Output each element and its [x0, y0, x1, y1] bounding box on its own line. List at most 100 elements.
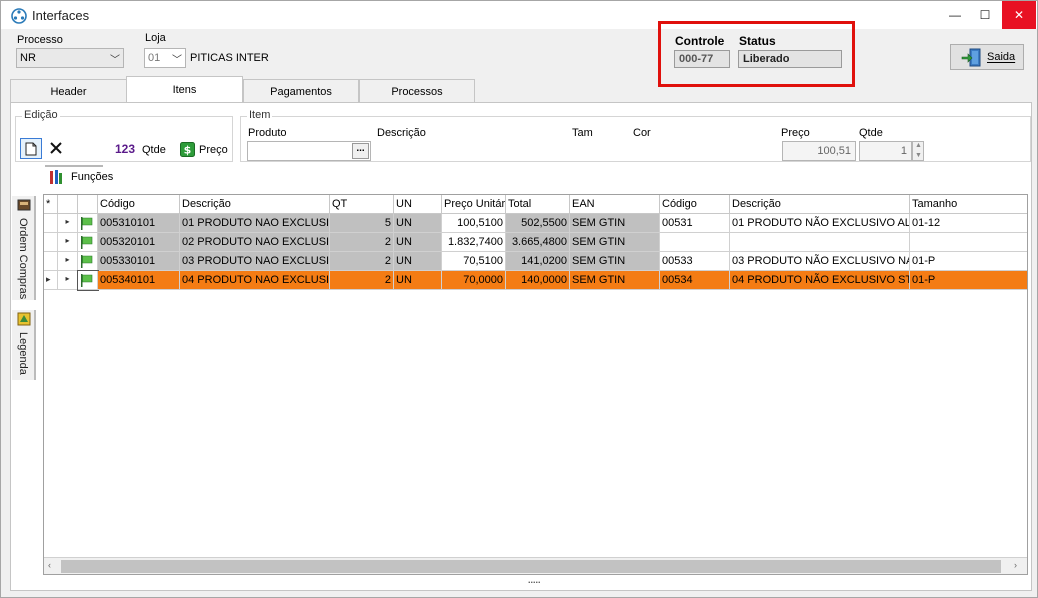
cell-preco-unitario[interactable]: 70,5100 — [442, 252, 506, 271]
funcoes-button[interactable]: Funções — [48, 168, 118, 186]
cell-preco-unitario[interactable]: 1.832,7400 — [442, 233, 506, 252]
qtde-button-label: Qtde — [142, 144, 166, 156]
side-tab-legenda[interactable]: Legenda — [12, 310, 36, 380]
cell-total[interactable]: 3.665,4800 — [506, 233, 570, 252]
col-header-qt[interactable]: QT — [330, 195, 394, 214]
scrollbar-thumb[interactable] — [61, 560, 1001, 573]
expand-row-icon[interactable]: ▸ — [58, 271, 78, 290]
maximize-button[interactable]: ☐ — [970, 1, 1000, 29]
col-header-total[interactable]: Total — [506, 195, 570, 214]
qtde-spinner[interactable]: ▲ ▼ — [912, 141, 924, 161]
cell-ean[interactable]: SEM GTIN — [570, 271, 660, 290]
cell-tamanho[interactable]: 01-P — [910, 271, 1027, 290]
resize-grip[interactable]: ..... — [528, 575, 541, 585]
col-header-codigo-2[interactable]: Código — [660, 195, 730, 214]
col-header-preco-unitario[interactable]: Preço Unitár — [442, 195, 506, 214]
money-icon: $ — [180, 142, 195, 157]
saida-button[interactable]: Saida — [950, 44, 1024, 70]
expand-row-icon[interactable]: ▸ — [58, 252, 78, 271]
cell-ean[interactable]: SEM GTIN — [570, 233, 660, 252]
tab-pagamentos[interactable]: Pagamentos — [243, 79, 359, 103]
cell-ean[interactable]: SEM GTIN — [570, 214, 660, 233]
preco-button[interactable]: $ Preço — [180, 141, 230, 159]
cell-preco-unitario[interactable]: 70,0000 — [442, 271, 506, 290]
spin-down-icon[interactable]: ▼ — [915, 152, 922, 159]
spin-up-icon[interactable]: ▲ — [915, 142, 922, 149]
qtde-input[interactable]: 1 — [859, 141, 912, 161]
col-header-descricao[interactable]: Descrição — [180, 195, 330, 214]
cell-tamanho[interactable]: 01-12 — [910, 214, 1027, 233]
scroll-right-icon[interactable]: › — [1014, 560, 1017, 570]
expand-row-icon[interactable]: ▸ — [58, 233, 78, 252]
interfaces-window: Interfaces — ☐ ✕ Processo NR ﹀ Loja 01 ﹀… — [0, 0, 1038, 598]
expand-row-icon[interactable]: ▸ — [58, 214, 78, 233]
orders-icon — [17, 199, 31, 211]
cell-preco-unitario[interactable]: 100,5100 — [442, 214, 506, 233]
cell-qt[interactable]: 2 — [330, 252, 394, 271]
cell-codigo[interactable]: 005330101 — [98, 252, 180, 271]
cell-qt[interactable]: 5 — [330, 214, 394, 233]
cell-descricao[interactable]: 04 PRODUTO NAO EXCLUSIVC — [180, 271, 330, 290]
green-flag-icon — [81, 255, 93, 268]
close-button[interactable]: ✕ — [1002, 1, 1036, 29]
cell-un[interactable]: UN — [394, 233, 442, 252]
row-indicator[interactable]: ▸ — [44, 271, 58, 290]
cell-codigo-2[interactable] — [660, 233, 730, 252]
cell-ean[interactable]: SEM GTIN — [570, 252, 660, 271]
cell-un[interactable]: UN — [394, 252, 442, 271]
cell-codigo[interactable]: 005340101 — [98, 271, 180, 290]
cell-descricao-2[interactable] — [730, 233, 910, 252]
cell-qt[interactable]: 2 — [330, 233, 394, 252]
cell-descricao[interactable]: 03 PRODUTO NAO EXCLUSIVC — [180, 252, 330, 271]
col-header-un[interactable]: UN — [394, 195, 442, 214]
processo-select[interactable]: NR ﹀ — [16, 48, 124, 68]
cell-tamanho[interactable] — [910, 233, 1027, 252]
cell-descricao-2[interactable]: 03 PRODUTO NÃO EXCLUSIVO NAO — [730, 252, 910, 271]
cell-qt[interactable]: 2 — [330, 271, 394, 290]
loja-select[interactable]: 01 ﹀ — [144, 48, 186, 68]
preco-input[interactable]: 100,51 — [782, 141, 856, 161]
cell-descricao-2[interactable]: 01 PRODUTO NÃO EXCLUSIVO ALT — [730, 214, 910, 233]
tab-processos[interactable]: Processos — [359, 79, 475, 103]
row-indicator[interactable] — [44, 233, 58, 252]
col-header-codigo[interactable]: Código — [98, 195, 180, 214]
items-grid: * Código Descrição QT UN Preço Unitár To… — [43, 194, 1028, 575]
tools-icon — [50, 170, 62, 184]
cell-tamanho[interactable]: 01-P — [910, 252, 1027, 271]
table-row[interactable]: ▸ 005320101 02 PRODUTO NAO EXCLUSIVC 2 UN 1.8… — [44, 233, 1027, 252]
cell-descricao[interactable]: 02 PRODUTO NAO EXCLUSIVC — [180, 233, 330, 252]
row-indicator[interactable] — [44, 214, 58, 233]
cell-un[interactable]: UN — [394, 214, 442, 233]
cell-codigo-2[interactable]: 00534 — [660, 271, 730, 290]
col-header-tamanho[interactable]: Tamanho — [910, 195, 1027, 214]
delete-item-button[interactable] — [48, 140, 66, 158]
produto-lookup-button[interactable]: ... — [352, 143, 369, 159]
cor-label: Cor — [633, 127, 651, 139]
descricao-label: Descrição — [377, 127, 426, 139]
table-row[interactable]: ▸ 005330101 03 PRODUTO NAO EXCLUSIVC 2 UN 70,… — [44, 252, 1027, 271]
cell-codigo[interactable]: 005310101 — [98, 214, 180, 233]
tab-header[interactable]: Header — [10, 79, 127, 103]
cell-codigo-2[interactable]: 00533 — [660, 252, 730, 271]
col-header-ean[interactable]: EAN — [570, 195, 660, 214]
cell-codigo[interactable]: 005320101 — [98, 233, 180, 252]
horizontal-scrollbar[interactable]: ‹ › — [44, 557, 1027, 574]
cell-codigo-2[interactable]: 00531 — [660, 214, 730, 233]
minimize-button[interactable]: — — [940, 1, 970, 29]
scroll-left-icon[interactable]: ‹ — [48, 560, 51, 570]
cell-descricao[interactable]: 01 PRODUTO NAO EXCLUSIVC — [180, 214, 330, 233]
col-header-descricao-2[interactable]: Descrição — [730, 195, 910, 214]
side-tab-ordem-compras[interactable]: Ordem Compras — [12, 196, 36, 300]
cell-total[interactable]: 502,5500 — [506, 214, 570, 233]
tab-itens[interactable]: Itens — [126, 76, 243, 103]
table-row[interactable]: ▸ ▸ 005340101 04 PRODUTO NAO EXCLUSIVC 2 UN 70… — [44, 270, 1027, 291]
table-row[interactable]: ▸ 005310101 01 PRODUTO NAO EXCLUSIVC 5 UN 100… — [44, 214, 1027, 233]
cell-total[interactable]: 140,0000 — [506, 271, 570, 290]
produto-input[interactable]: ... — [247, 141, 371, 161]
cell-un[interactable]: UN — [394, 271, 442, 290]
cell-descricao-2[interactable]: 04 PRODUTO NÃO EXCLUSIVO ST 10 — [730, 271, 910, 290]
qtde-button[interactable]: 123 Qtde — [115, 141, 170, 159]
cell-total[interactable]: 141,0200 — [506, 252, 570, 271]
row-indicator[interactable] — [44, 252, 58, 271]
new-item-button[interactable] — [20, 138, 42, 159]
